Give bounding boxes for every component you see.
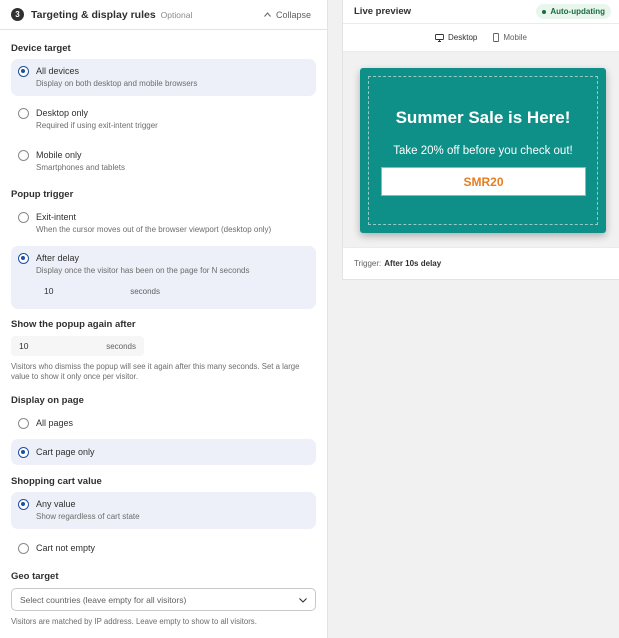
option-label: All pages — [36, 418, 74, 428]
monitor-icon — [435, 33, 444, 42]
popup-title: Summer Sale is Here! — [395, 108, 571, 127]
trigger-summary-value: After 10s delay — [384, 258, 442, 268]
option-label: Any value — [36, 499, 76, 509]
display-page-label: Display on page — [11, 395, 84, 406]
popup-subtitle: Take 20% off before you check out! — [393, 145, 573, 157]
show-again-input[interactable]: 10 seconds — [11, 336, 144, 356]
tab-mobile-label: Mobile — [503, 33, 527, 42]
step-number: 3 — [11, 8, 24, 21]
country-select[interactable]: Select countries (leave empty for all vi… — [11, 588, 316, 611]
delay-unit: seconds — [130, 286, 160, 296]
device-tabs: Desktop Mobile — [343, 24, 619, 52]
status-dot-icon — [542, 9, 547, 14]
delay-value: 10 — [44, 286, 54, 296]
option-desc: Display once the visitor has been on the… — [36, 266, 250, 275]
radio-exit-intent[interactable] — [18, 212, 29, 223]
geo-target-label: Geo target — [11, 571, 59, 582]
phone-icon — [493, 33, 500, 42]
option-label: Mobile only — [36, 150, 82, 160]
coupon-code: SMR20 — [381, 167, 586, 196]
collapse-button[interactable]: Collapse — [264, 10, 311, 20]
show-again-value: 10 — [19, 341, 29, 351]
option-desc: When the cursor moves out of the browser… — [36, 225, 272, 234]
option-desc: Display on both desktop and mobile brows… — [36, 79, 198, 88]
radio-desktop-only[interactable] — [18, 108, 29, 119]
option-label: After delay — [36, 253, 80, 263]
popup-preview: Summer Sale is Here! Take 20% off before… — [360, 68, 606, 233]
device-option-all[interactable]: All devices Display on both desktop and … — [11, 59, 316, 96]
chevron-up-icon — [264, 12, 271, 17]
radio-mobile-only[interactable] — [18, 150, 29, 161]
option-label: All devices — [36, 66, 80, 76]
option-label: Desktop only — [36, 108, 89, 118]
preview-canvas: Summer Sale is Here! Take 20% off before… — [343, 52, 619, 248]
delay-seconds-input[interactable]: 10 seconds — [36, 281, 168, 301]
option-desc: Smartphones and tablets — [36, 163, 125, 172]
radio-after-delay[interactable] — [18, 253, 29, 264]
option-label: Cart not empty — [36, 543, 96, 553]
preview-title: Live preview — [354, 6, 412, 17]
show-again-unit: seconds — [106, 341, 136, 351]
settings-panel: 3 Targeting & display rules Optional Col… — [0, 0, 328, 638]
trigger-option-exit[interactable]: Exit-intent When the cursor moves out of… — [11, 205, 316, 242]
device-option-desktop[interactable]: Desktop only Required if using exit-inte… — [11, 101, 316, 138]
live-preview-panel: Live preview Auto-updating Desktop Mobil… — [342, 0, 619, 280]
radio-cart-not-empty[interactable] — [18, 543, 29, 554]
optional-label: Optional — [160, 9, 193, 20]
preview-header: Live preview Auto-updating — [343, 0, 619, 24]
badge-label: Auto-updating — [550, 7, 605, 16]
radio-all-pages[interactable] — [18, 418, 29, 429]
popup-trigger-label: Popup trigger — [11, 189, 74, 200]
device-target-label: Device target — [11, 43, 71, 54]
show-again-help: Visitors who dismiss the popup will see … — [11, 362, 300, 381]
radio-cart-page[interactable] — [18, 447, 29, 458]
tab-mobile[interactable]: Mobile — [493, 33, 527, 42]
cart-option-any[interactable]: Any value Show regardless of cart state — [11, 492, 316, 529]
trigger-summary: Trigger: After 10s delay — [343, 248, 619, 278]
country-select-placeholder: Select countries (leave empty for all vi… — [20, 594, 187, 605]
trigger-option-delay[interactable]: After delay Display once the visitor has… — [11, 246, 316, 309]
collapse-label: Collapse — [275, 9, 311, 20]
page-option-all[interactable]: All pages — [11, 411, 316, 435]
option-desc: Required if using exit-intent trigger — [36, 121, 158, 130]
radio-any-value[interactable] — [18, 499, 29, 510]
option-label: Exit-intent — [36, 212, 77, 222]
tab-desktop[interactable]: Desktop — [435, 33, 477, 42]
geo-help: Visitors are matched by IP address. Leav… — [11, 617, 257, 626]
trigger-summary-label: Trigger: — [354, 258, 382, 268]
option-label: Cart page only — [36, 447, 95, 457]
popup-border: Summer Sale is Here! Take 20% off before… — [368, 76, 598, 225]
cart-value-label: Shopping cart value — [11, 476, 102, 487]
chevron-down-icon — [299, 595, 307, 605]
show-again-label: Show the popup again after — [11, 319, 136, 330]
section-title: Targeting & display rules — [31, 8, 156, 21]
tab-desktop-label: Desktop — [448, 33, 478, 42]
option-desc: Show regardless of cart state — [36, 512, 140, 521]
section-header: 3 Targeting & display rules Optional Col… — [0, 0, 327, 30]
cart-option-not-empty[interactable]: Cart not empty — [11, 536, 316, 561]
device-option-mobile[interactable]: Mobile only Smartphones and tablets — [11, 143, 316, 180]
status-badge: Auto-updating — [536, 4, 611, 19]
radio-all-devices[interactable] — [18, 66, 29, 77]
page-option-cart[interactable]: Cart page only — [11, 439, 316, 465]
